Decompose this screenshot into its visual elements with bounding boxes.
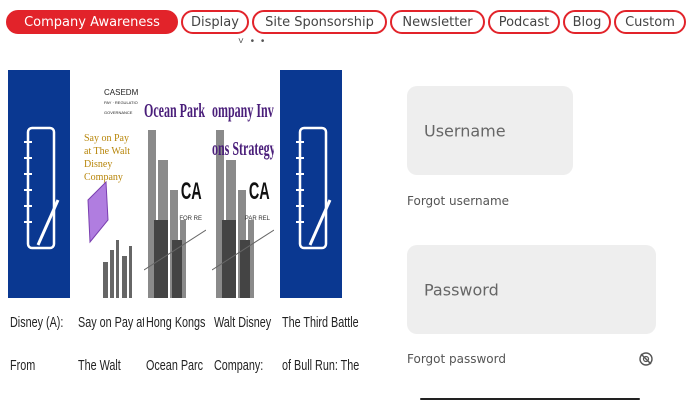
book-title[interactable]: Say on Pay at bbox=[78, 314, 145, 331]
book-title-cont[interactable]: From bbox=[10, 357, 35, 374]
tab-custom[interactable]: Custom bbox=[614, 10, 686, 34]
category-tabs: Company Awareness Display Site Sponsorsh… bbox=[6, 10, 686, 34]
book-carousel: Disney (A): From CASEDM.COM PAY · REGULA… bbox=[8, 62, 359, 382]
password-input[interactable]: Password bbox=[407, 245, 656, 334]
book-title-cont[interactable]: The Walt bbox=[78, 357, 121, 374]
cover-mark: CA bbox=[181, 178, 202, 205]
book-cover[interactable]: Ocean Park Tal CA FOR RE bbox=[144, 70, 206, 298]
book-title[interactable]: Hong Kongs bbox=[146, 314, 205, 331]
book-card[interactable]: The Third Battle of Bull Run: The bbox=[280, 62, 359, 382]
cover-title: ompany Invest bbox=[212, 100, 274, 122]
book-card[interactable]: CASEDM.COM PAY · REGULATION · GOVERNANCE… bbox=[76, 62, 145, 382]
book-card[interactable]: ompany Invest ons Strategy CA PAR REL Wa… bbox=[212, 62, 274, 382]
book-card[interactable]: Disney (A): From bbox=[8, 62, 70, 382]
tab-company-awareness[interactable]: Company Awareness bbox=[6, 10, 178, 34]
forgot-password-link[interactable]: Forgot password bbox=[407, 352, 506, 366]
book-title-cont[interactable]: Company: bbox=[214, 357, 263, 374]
book-title[interactable]: Walt Disney bbox=[214, 314, 271, 331]
book-illustration bbox=[87, 180, 132, 298]
book-cover[interactable]: ompany Invest ons Strategy CA PAR REL bbox=[212, 70, 274, 298]
book-card[interactable]: Ocean Park Tal CA FOR RE Hong Kongs Ocea… bbox=[144, 62, 206, 382]
username-placeholder: Username bbox=[424, 121, 506, 140]
tab-podcast[interactable]: Podcast bbox=[488, 10, 560, 34]
notebook-icon bbox=[296, 126, 332, 250]
username-input[interactable]: Username bbox=[407, 86, 573, 175]
scroll-indicator: ˅ • • bbox=[238, 36, 267, 47]
forgot-username-link[interactable]: Forgot username bbox=[407, 194, 509, 208]
cover-mark: CA bbox=[249, 178, 270, 205]
book-title-cont[interactable]: Ocean Parc bbox=[146, 357, 203, 374]
password-placeholder: Password bbox=[424, 280, 499, 299]
tab-site-sponsorship[interactable]: Site Sponsorship bbox=[252, 10, 387, 34]
tab-newsletter[interactable]: Newsletter bbox=[390, 10, 485, 34]
book-cover[interactable] bbox=[280, 70, 342, 298]
tab-display[interactable]: Display bbox=[181, 10, 249, 34]
cover-publisher: PAR REL bbox=[244, 216, 270, 222]
eye-off-icon[interactable] bbox=[638, 351, 654, 367]
book-cover[interactable] bbox=[8, 70, 70, 298]
notebook-icon bbox=[24, 126, 60, 250]
book-title-cont[interactable]: of Bull Run: The bbox=[282, 357, 359, 374]
cover-title: Ocean Park Tal bbox=[144, 100, 206, 122]
tab-blog[interactable]: Blog bbox=[563, 10, 611, 34]
book-cover[interactable]: CASEDM.COM PAY · REGULATION · GOVERNANCE… bbox=[76, 70, 138, 298]
book-title[interactable]: Disney (A): bbox=[10, 314, 63, 331]
cover-subtitle: ons Strategy bbox=[212, 138, 274, 160]
book-title[interactable]: The Third Battle bbox=[282, 314, 359, 331]
cover-publisher: FOR RE bbox=[179, 216, 202, 222]
